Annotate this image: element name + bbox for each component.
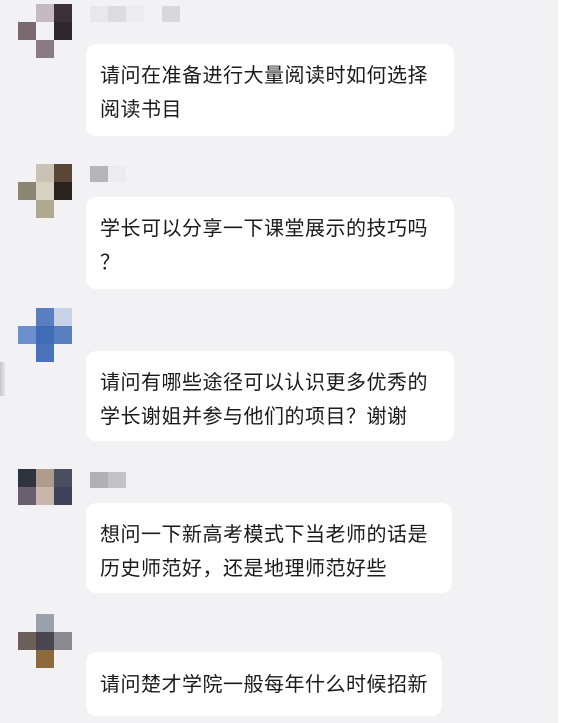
message-bubble[interactable]: 请问有哪些途径可以认识更多优秀的 学长谢姐并参与他们的项目？谢谢 [86,351,454,441]
avatar-mosaic-cell [54,182,72,200]
avatar-mosaic-cell [18,614,36,632]
message-text: 请问有哪些途径可以认识更多优秀的 [100,370,428,394]
avatar[interactable] [18,469,72,523]
sender-name-blurred [90,166,126,182]
message-text: 学长可以分享一下课堂展示的技巧吗 [100,216,428,240]
avatar-mosaic-cell [18,4,36,22]
avatar-mosaic-cell [18,326,36,344]
avatar-mosaic-cell [54,22,72,40]
avatar-mosaic-cell [18,308,36,326]
right-edge-divider [558,0,564,723]
message-bubble[interactable]: 学长可以分享一下课堂展示的技巧吗 ？ [86,197,454,289]
avatar-mosaic-cell [36,632,54,650]
message-text: 历史师范好，还是地理师范好些 [100,556,387,580]
message-text: 请问楚才学院一般每年什么时候招新 [100,672,428,696]
avatar-mosaic-cell [36,326,54,344]
avatar-mosaic-cell [54,614,72,632]
avatar-mosaic-cell [36,40,54,58]
avatar-mosaic-cell [18,650,36,668]
avatar-mosaic-cell [54,650,72,668]
message-text: 请问在准备进行大量阅读时如何选择 [100,63,428,87]
avatar-mosaic-cell [54,632,72,650]
avatar[interactable] [18,614,72,668]
avatar-mosaic-cell [36,4,54,22]
avatar-mosaic-cell [18,469,36,487]
message-bubble[interactable]: 想问一下新高考模式下当老师的话是 历史师范好，还是地理师范好些 [86,503,452,593]
avatar-mosaic-cell [54,200,72,218]
avatar-mosaic-cell [54,164,72,182]
avatar-mosaic-cell [36,487,54,505]
sender-name-blurred [90,6,180,22]
message-bubble[interactable]: 请问楚才学院一般每年什么时候招新 [86,652,442,716]
avatar-mosaic-cell [18,505,36,523]
avatar-mosaic-cell [36,650,54,668]
chat-thread: 请问在准备进行大量阅读时如何选择 阅读书目 学长可以分享一下课堂展示的技巧吗 ？… [0,0,564,723]
avatar-mosaic-cell [18,182,36,200]
avatar-mosaic-cell [18,164,36,182]
avatar-mosaic-cell [36,22,54,40]
avatar-mosaic-cell [18,344,36,362]
message-text: ？ [100,250,121,274]
message-text: 学长谢姐并参与他们的项目？谢谢 [100,404,408,428]
avatar-mosaic-cell [54,344,72,362]
avatar-mosaic-cell [36,200,54,218]
avatar-mosaic-cell [36,164,54,182]
avatar-mosaic-cell [54,308,72,326]
message-text: 阅读书目 [100,97,182,121]
avatar[interactable] [18,308,72,362]
avatar-mosaic-cell [18,487,36,505]
avatar[interactable] [18,164,72,218]
avatar-mosaic-cell [36,182,54,200]
edge-artifact [0,362,5,396]
avatar-mosaic-cell [18,632,36,650]
avatar-mosaic-cell [18,22,36,40]
avatar-mosaic-cell [18,40,36,58]
avatar-mosaic-cell [54,326,72,344]
avatar-mosaic-cell [18,200,36,218]
avatar-mosaic-cell [36,344,54,362]
avatar-mosaic-cell [54,4,72,22]
avatar-mosaic-cell [54,487,72,505]
message-bubble[interactable]: 请问在准备进行大量阅读时如何选择 阅读书目 [86,44,454,136]
avatar-mosaic-cell [54,505,72,523]
sender-name-blurred [90,472,126,488]
avatar-mosaic-cell [36,614,54,632]
avatar-mosaic-cell [36,469,54,487]
avatar-mosaic-cell [54,469,72,487]
avatar-mosaic-cell [54,40,72,58]
avatar-mosaic-cell [36,505,54,523]
avatar-mosaic-cell [36,308,54,326]
message-text: 想问一下新高考模式下当老师的话是 [100,522,428,546]
avatar[interactable] [18,4,72,58]
